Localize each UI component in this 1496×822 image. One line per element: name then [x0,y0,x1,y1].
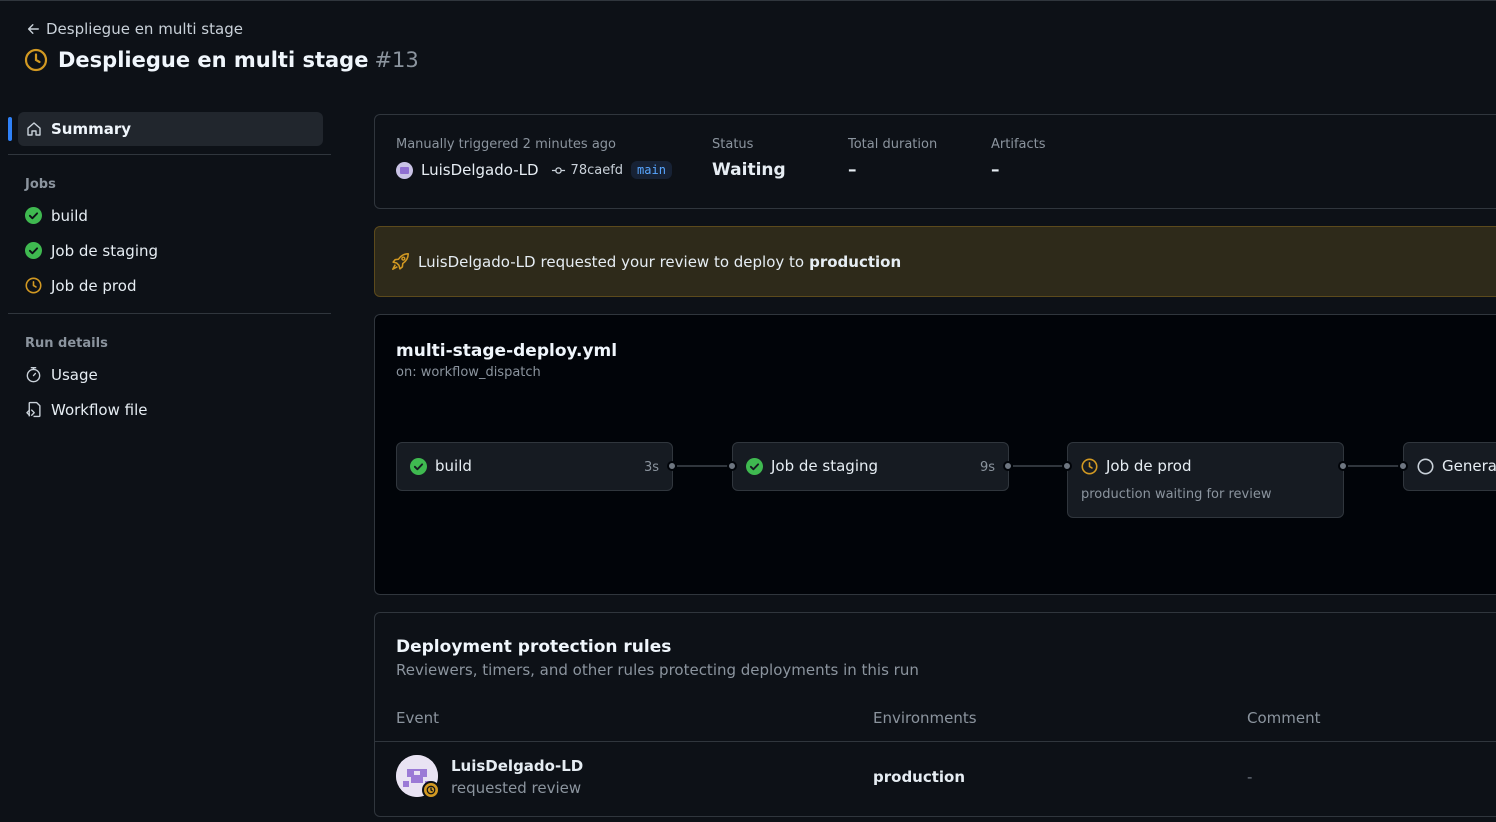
sidebar-item-usage[interactable]: Usage [8,357,331,392]
sidebar-item-label: Summary [51,120,132,138]
check-circle-icon [746,457,763,475]
connector-dot [1398,461,1408,471]
job-node-build[interactable]: build 3s [396,442,673,491]
home-icon [27,122,41,136]
protection-rules-card: Deployment protection rules Reviewers, t… [374,612,1496,817]
rocket-icon [392,253,409,270]
connector-dot [727,461,737,471]
event-description: requested review [451,779,582,797]
clock-icon [1081,457,1098,475]
active-indicator [8,117,12,141]
sidebar-item-label: Job de prod [51,276,137,295]
sidebar-divider [8,154,331,155]
artifacts-label: Artifacts [991,137,1046,152]
environment-name: production [873,768,966,786]
table-divider [375,741,1496,742]
stopwatch-icon [26,367,41,383]
actor-link[interactable]: LuisDelgado-LD [421,161,539,179]
banner-text: requested your review to deploy to [540,252,805,271]
job-node-name: Genera [1442,457,1496,475]
job-node-duration: 9s [979,460,995,475]
artifacts-info: Artifacts – [991,137,1046,180]
workflow-trigger: on: workflow_dispatch [396,365,541,380]
job-connector [1013,465,1069,467]
back-link[interactable]: Despliegue en multi stage [26,20,243,38]
trigger-info: Manually triggered 2 minutes ago LuisDel… [396,137,672,179]
jobs-heading: Jobs [25,177,56,192]
job-node-header: Job de staging [733,443,1008,475]
artifacts-value: – [991,160,1000,180]
connector-dot [1062,461,1072,471]
sidebar-item-workflow-file[interactable]: Workflow file [8,392,331,427]
job-node-header: Job de prod [1068,443,1343,475]
git-commit-icon [551,166,565,174]
page-title-row: Despliegue en multi stage #13 [24,48,419,72]
job-node-job-de-prod[interactable]: Job de prod production waiting for revie… [1067,442,1344,518]
trigger-details: LuisDelgado-LD 78caefd main [396,161,672,179]
branch-badge[interactable]: main [631,161,672,179]
run-summary-card: Manually triggered 2 minutes ago LuisDel… [374,114,1496,209]
job-node-duration: 3s [643,460,659,475]
top-border [0,0,1496,1]
sidebar-item-build[interactable]: build [8,198,331,233]
job-node-status-text: production waiting for review [1081,487,1272,502]
duration-info: Total duration – [848,137,937,180]
sidebar-divider [8,313,331,314]
comment-value: - [1247,768,1253,786]
commit-sha: 78caefd [570,162,624,178]
page-title: Despliegue en multi stage [58,48,369,72]
job-node-generate[interactable]: Genera [1403,442,1496,491]
run-number: #13 [374,48,419,72]
commit-link[interactable]: 78caefd [551,163,623,178]
status-info: Status Waiting [712,137,786,180]
sidebar-item-label: Job de staging [51,241,159,260]
clock-badge-icon [422,781,440,799]
back-link-label: Despliegue en multi stage [46,20,243,38]
status-value: Waiting [712,160,786,180]
job-node-job-de-staging[interactable]: Job de staging 9s [732,442,1009,491]
sidebar-item-label: build [51,206,88,225]
check-circle-icon [25,207,42,224]
review-request-banner: LuisDelgado-LD requested your review to … [374,226,1496,297]
job-connector [1348,465,1404,467]
pending-circle-icon [1417,457,1434,475]
check-circle-icon [410,457,427,475]
banner-environment: production [809,252,902,271]
column-header-event: Event [396,709,439,727]
job-connector [677,465,733,467]
job-node-name: Job de staging [771,457,879,475]
banner-actor-link[interactable]: LuisDelgado-LD [418,253,536,271]
clock-icon [24,48,48,72]
sidebar-item-job-de-staging[interactable]: Job de staging [8,233,331,268]
job-node-name: build [435,457,472,475]
event-actor-link[interactable]: LuisDelgado-LD [451,757,583,775]
run-details-heading: Run details [25,336,108,351]
workflow-graph-card: multi-stage-deploy.yml on: workflow_disp… [374,314,1496,595]
trigger-label: Manually triggered 2 minutes ago [396,137,617,152]
column-header-comment: Comment [1247,709,1321,727]
status-label: Status [712,137,754,152]
protection-rules-subtitle: Reviewers, timers, and other rules prote… [396,661,919,679]
avatar[interactable] [396,161,413,179]
duration-label: Total duration [848,137,938,152]
connector-dot [1003,461,1013,471]
file-code-icon [26,401,41,418]
sidebar-item-label: Usage [51,365,98,384]
check-circle-icon [25,242,42,259]
sidebar-item-label: Workflow file [51,400,148,419]
job-node-name: Job de prod [1106,457,1192,475]
workflow-file-name[interactable]: multi-stage-deploy.yml [396,341,617,361]
protection-rules-title: Deployment protection rules [396,637,672,657]
duration-value: – [848,160,857,180]
connector-dot [667,461,677,471]
arrow-left-icon [27,24,39,34]
sidebar: Summary Jobs build Job de staging Job de… [8,112,331,427]
job-node-header: Genera [1404,443,1496,475]
job-node-header: build [397,443,672,475]
sidebar-item-job-de-prod[interactable]: Job de prod [8,268,331,303]
clock-icon [25,277,42,294]
column-header-environments: Environments [873,709,977,727]
connector-dot [1338,461,1348,471]
sidebar-item-summary[interactable]: Summary [8,112,323,146]
